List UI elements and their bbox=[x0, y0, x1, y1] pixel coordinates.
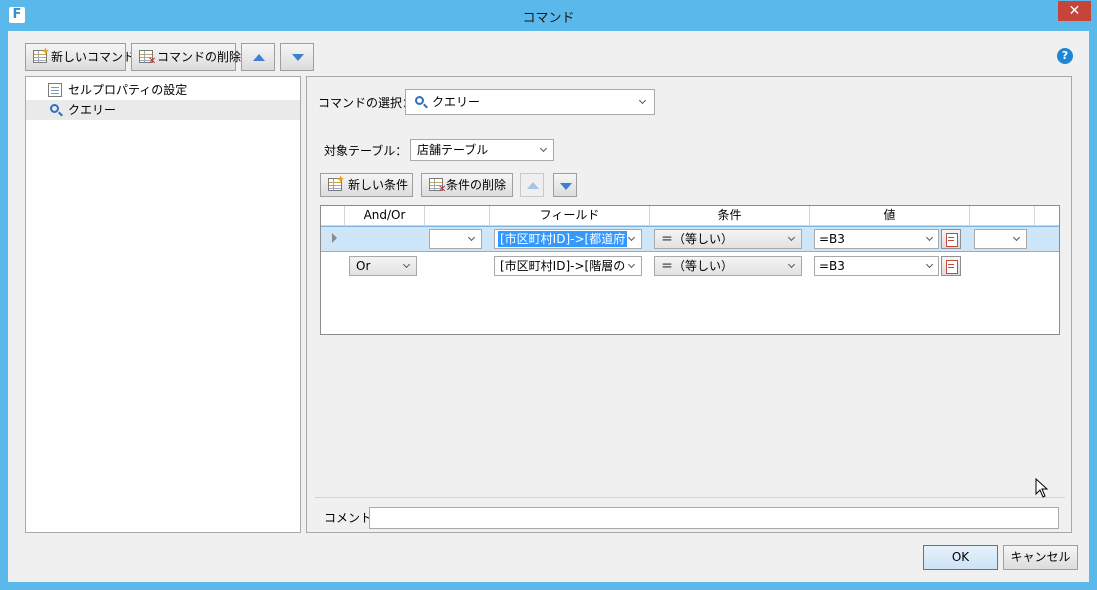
andor-value: Or bbox=[356, 259, 371, 273]
arrow-up-icon bbox=[527, 182, 539, 189]
operator-select[interactable]: ＝（等しい） bbox=[654, 229, 802, 249]
command-tree[interactable]: セルプロパティの設定 クエリー bbox=[25, 76, 301, 533]
andor-select[interactable]: Or bbox=[349, 256, 417, 276]
help-icon[interactable]: ? bbox=[1057, 48, 1073, 64]
new-command-label: 新しいコマンド bbox=[51, 50, 136, 64]
chevron-down-icon bbox=[1012, 233, 1021, 242]
chevron-down-icon bbox=[467, 233, 476, 242]
move-down-button[interactable] bbox=[280, 43, 314, 71]
tree-item-label: クエリー bbox=[68, 103, 117, 117]
delete-command-button[interactable]: ✕ コマンドの削除 bbox=[131, 43, 241, 71]
arrow-up-icon bbox=[253, 54, 265, 61]
grid-header-rowmarker bbox=[321, 206, 345, 226]
condition-up-button[interactable] bbox=[520, 173, 544, 197]
operator-value: ＝（等しい） bbox=[661, 232, 734, 246]
arrow-down-icon bbox=[292, 54, 304, 61]
query-search-icon bbox=[50, 104, 59, 113]
new-command-button[interactable]: ✦ 新しいコマンド bbox=[25, 43, 135, 71]
new-condition-label: 新しい条件 bbox=[348, 178, 409, 192]
grid-header-filler bbox=[1035, 206, 1059, 226]
chevron-down-icon bbox=[627, 233, 636, 242]
conditions-grid[interactable]: And/Or フィールド 条件 値 [市区町村ID]->[都道府 ＝（等しい） … bbox=[320, 205, 1060, 335]
command-select-label: コマンドの選択： bbox=[318, 96, 415, 110]
field-select[interactable]: [市区町村ID]->[階層の bbox=[494, 256, 642, 276]
field-value: [市区町村ID]->[都道府 bbox=[498, 231, 628, 247]
operator-select[interactable]: ＝（等しい） bbox=[654, 256, 802, 276]
field-value: [市区町村ID]->[階層の bbox=[500, 259, 626, 273]
condition-down-button[interactable] bbox=[553, 173, 577, 197]
delete-command-label: コマンドの削除 bbox=[157, 50, 242, 64]
formula-editor-icon[interactable] bbox=[941, 256, 961, 276]
command-select-value: クエリー bbox=[432, 95, 481, 109]
dialog-window: F コマンド ✕ ✦ 新しいコマンド ✕ コマンドの削除 ? セルプロパティの設… bbox=[0, 0, 1097, 590]
operator-value: ＝（等しい） bbox=[661, 259, 734, 273]
comment-separator bbox=[315, 497, 1065, 498]
target-table-value: 店舗テーブル bbox=[417, 143, 489, 157]
window-title: コマンド bbox=[522, 11, 575, 26]
row-pointer-icon bbox=[332, 233, 337, 243]
delete-condition-button[interactable]: ✕ 条件の削除 bbox=[421, 173, 513, 197]
move-up-button[interactable] bbox=[241, 43, 275, 71]
new-star-icon: ✦ bbox=[41, 45, 51, 58]
new-condition-button[interactable]: ✦ 新しい条件 bbox=[320, 173, 413, 197]
close-paren-select[interactable] bbox=[974, 229, 1027, 249]
value-text: =B3 bbox=[819, 259, 845, 273]
open-paren-select[interactable] bbox=[429, 229, 482, 249]
new-star-icon: ✦ bbox=[336, 173, 346, 186]
value-input[interactable]: =B3 bbox=[814, 229, 939, 249]
chevron-down-icon bbox=[925, 233, 934, 242]
grid-header-condition: 条件 bbox=[650, 206, 810, 226]
field-select[interactable]: [市区町村ID]->[都道府 bbox=[494, 229, 642, 249]
cancel-button[interactable]: キャンセル bbox=[1003, 545, 1078, 570]
comment-input[interactable] bbox=[369, 507, 1059, 529]
cell-property-icon bbox=[48, 83, 62, 97]
tree-item-query[interactable]: クエリー bbox=[26, 100, 300, 120]
chevron-down-icon bbox=[787, 233, 796, 242]
grid-header-open-paren bbox=[425, 206, 490, 226]
delete-x-icon: ✕ bbox=[148, 56, 157, 67]
comment-label: コメント bbox=[324, 511, 373, 525]
grid-header-andor: And/Or bbox=[345, 206, 425, 226]
ok-button[interactable]: OK bbox=[923, 545, 998, 570]
value-input[interactable]: =B3 bbox=[814, 256, 939, 276]
chevron-down-icon bbox=[539, 144, 548, 153]
grid-header-field: フィールド bbox=[490, 206, 650, 226]
close-icon: ✕ bbox=[1068, 3, 1081, 19]
grid-header-value: 値 bbox=[810, 206, 970, 226]
close-button[interactable]: ✕ bbox=[1058, 1, 1091, 21]
title-bar[interactable]: F コマンド ✕ bbox=[0, 0, 1097, 31]
tree-item-cell-property[interactable]: セルプロパティの設定 bbox=[26, 80, 300, 100]
formula-editor-icon[interactable] bbox=[941, 229, 961, 249]
dialog-client: ✦ 新しいコマンド ✕ コマンドの削除 ? セルプロパティの設定 クエリー コマ… bbox=[8, 31, 1089, 582]
chevron-down-icon bbox=[787, 260, 796, 269]
target-table-select[interactable]: 店舗テーブル bbox=[410, 139, 554, 161]
command-settings-panel: コマンドの選択： クエリー 対象テーブル： 店舗テーブル ✦ 新しい条件 ✕ 条… bbox=[306, 76, 1072, 533]
arrow-down-icon bbox=[560, 183, 572, 190]
chevron-down-icon bbox=[402, 260, 411, 269]
chevron-down-icon bbox=[925, 260, 934, 269]
query-search-icon bbox=[415, 96, 424, 105]
chevron-down-icon bbox=[638, 96, 647, 105]
chevron-down-icon bbox=[627, 260, 636, 269]
value-text: =B3 bbox=[819, 232, 845, 246]
tree-item-label: セルプロパティの設定 bbox=[68, 83, 188, 97]
grid-header-close-paren bbox=[970, 206, 1035, 226]
target-table-label: 対象テーブル： bbox=[324, 144, 408, 158]
delete-condition-label: 条件の削除 bbox=[446, 178, 507, 192]
command-select[interactable]: クエリー bbox=[405, 89, 655, 115]
